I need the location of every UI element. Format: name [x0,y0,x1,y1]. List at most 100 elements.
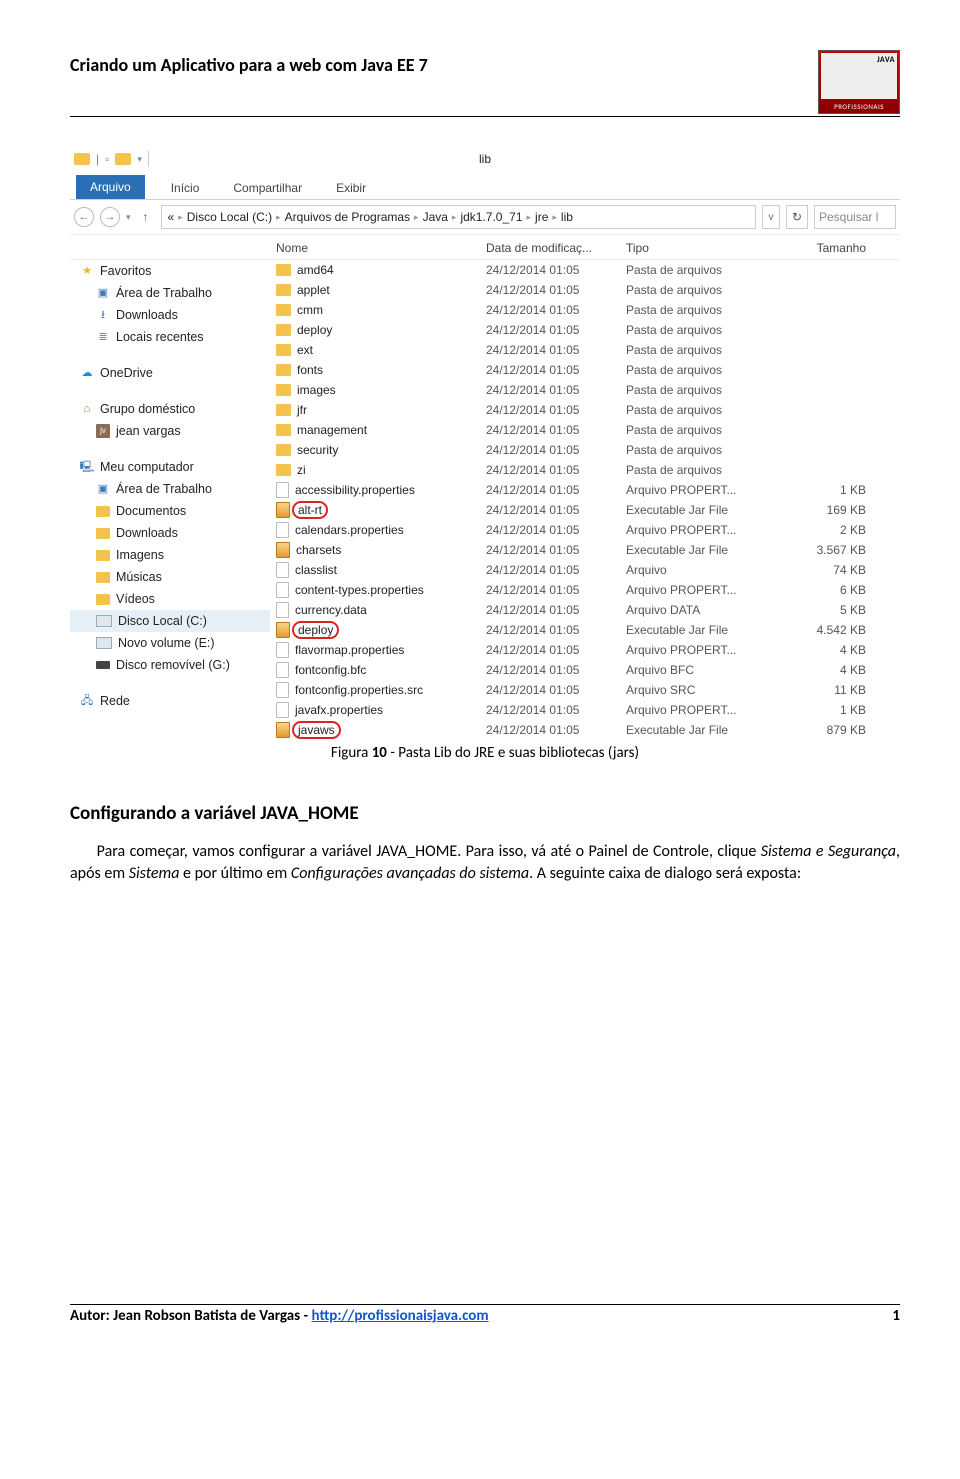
file-row[interactable]: classlist24/12/2014 01:05Arquivo74 KB [270,560,900,580]
file-row[interactable]: images24/12/2014 01:05Pasta de arquivos [270,380,900,400]
history-dd-icon[interactable]: ▾ [126,212,131,223]
file-name: cmm [297,303,323,317]
sidebar-item-label: jean vargas [116,420,181,442]
sidebar-item-music[interactable]: Músicas [70,566,270,588]
file-icon [276,582,289,598]
breadcrumb-seg[interactable]: jdk1.7.0_71 [460,210,522,224]
sidebar-item-desktop[interactable]: ▣Área de Trabalho [70,282,270,304]
up-button[interactable]: ↑ [137,208,155,226]
search-input[interactable]: Pesquisar l [814,205,896,229]
file-row[interactable]: accessibility.properties24/12/2014 01:05… [270,480,900,500]
col-date[interactable]: Data de modificaç... [486,241,626,255]
file-name: images [297,383,336,397]
sidebar-item-removable-g[interactable]: Disco removível (G:) [70,654,270,676]
file-row[interactable]: charsets24/12/2014 01:05Executable Jar F… [270,540,900,560]
sidebar-item-documents[interactable]: Documentos [70,500,270,522]
file-date: 24/12/2014 01:05 [486,623,626,637]
refresh-button[interactable]: ↻ [786,205,808,229]
sidebar-item-videos[interactable]: Vídeos [70,588,270,610]
breadcrumb-seg[interactable]: Arquivos de Programas [285,210,410,224]
tab-view[interactable]: Exibir [328,177,374,199]
download-icon: ⭳ [96,308,110,322]
file-row[interactable]: alt-rt24/12/2014 01:05Executable Jar Fil… [270,500,900,520]
breadcrumb-seg[interactable]: lib [561,210,573,224]
sidebar-item-user[interactable]: jvjean vargas [70,420,270,442]
file-row[interactable]: jfr24/12/2014 01:05Pasta de arquivos [270,400,900,420]
file-row[interactable]: fonts24/12/2014 01:05Pasta de arquivos [270,360,900,380]
sidebar-item-disk-c[interactable]: Disco Local (C:) [70,610,270,632]
sidebar-network[interactable]: 🖧Rede [70,690,270,712]
file-row[interactable]: javafx.properties24/12/2014 01:05Arquivo… [270,700,900,720]
file-row[interactable]: calendars.properties24/12/2014 01:05Arqu… [270,520,900,540]
file-row[interactable]: fontconfig.properties.src24/12/2014 01:0… [270,680,900,700]
file-name: security [297,443,338,457]
file-size: 4.542 KB [786,623,876,637]
doc-title: Criando um Aplicativo para a web com Jav… [70,54,428,76]
sidebar-item-images[interactable]: Imagens [70,544,270,566]
sidebar-item-downloads[interactable]: ⭳ Downloads [70,304,270,326]
file-row[interactable]: deploy24/12/2014 01:05Pasta de arquivos [270,320,900,340]
file-type: Pasta de arquivos [626,463,786,477]
addr-dd[interactable]: v [762,205,780,229]
breadcrumb-seg[interactable]: Disco Local (C:) [187,210,272,224]
col-name[interactable]: Nome [270,241,486,255]
sidebar-item-recent[interactable]: ≣Locais recentes [70,326,270,348]
jar-icon [276,542,290,558]
breadcrumb-seg[interactable]: « [168,210,175,224]
jar-icon [276,502,290,518]
file-date: 24/12/2014 01:05 [486,663,626,677]
file-date: 24/12/2014 01:05 [486,463,626,477]
sidebar-favorites[interactable]: ★Favoritos [70,260,270,282]
file-row[interactable]: javaws24/12/2014 01:05Executable Jar Fil… [270,720,900,740]
file-row[interactable]: content-types.properties24/12/2014 01:05… [270,580,900,600]
tab-home[interactable]: Início [163,177,208,199]
file-row[interactable]: fontconfig.bfc24/12/2014 01:05Arquivo BF… [270,660,900,680]
file-row[interactable]: cmm24/12/2014 01:05Pasta de arquivos [270,300,900,320]
file-name: classlist [295,563,337,577]
sidebar-sky-label: OneDrive [100,362,153,384]
file-name: content-types.properties [295,583,424,597]
file-date: 24/12/2014 01:05 [486,703,626,717]
tab-share[interactable]: Compartilhar [225,177,310,199]
sidebar-item-disk-e[interactable]: Novo volume (E:) [70,632,270,654]
file-row[interactable]: applet24/12/2014 01:05Pasta de arquivos [270,280,900,300]
breadcrumb-seg[interactable]: Java [423,210,448,224]
folder-icon [115,153,131,165]
back-button[interactable]: ← [74,207,94,227]
footer-author-text: Autor: Jean Robson Batista de Vargas - [70,1307,312,1325]
file-row[interactable]: amd6424/12/2014 01:05Pasta de arquivos [270,260,900,280]
file-type: Pasta de arquivos [626,383,786,397]
sidebar-item-desktop[interactable]: ▣Área de Trabalho [70,478,270,500]
file-row[interactable]: currency.data24/12/2014 01:05Arquivo DAT… [270,600,900,620]
sidebar-onedrive[interactable]: ☁ OneDrive [70,362,270,384]
file-row[interactable]: zi24/12/2014 01:05Pasta de arquivos [270,460,900,480]
footer-page-number: 1 [892,1307,900,1325]
file-date: 24/12/2014 01:05 [486,303,626,317]
file-name: flavormap.properties [295,643,404,657]
file-row[interactable]: flavormap.properties24/12/2014 01:05Arqu… [270,640,900,660]
footer-link[interactable]: http://profissionaisjava.com [312,1307,489,1325]
col-type[interactable]: Tipo [626,241,786,255]
column-headers: Nome Data de modificaç... Tipo Tamanho [70,235,900,260]
chevron-right-icon: ▸ [414,212,419,223]
file-row[interactable]: management24/12/2014 01:05Pasta de arqui… [270,420,900,440]
file-date: 24/12/2014 01:05 [486,323,626,337]
breadcrumb-seg[interactable]: jre [535,210,548,224]
file-name: fontconfig.bfc [295,663,366,677]
file-row[interactable]: deploy24/12/2014 01:05Executable Jar Fil… [270,620,900,640]
tab-file[interactable]: Arquivo [76,175,145,199]
folder-icon [96,572,110,583]
footer-author: Autor: Jean Robson Batista de Vargas - h… [70,1307,489,1325]
sidebar-item-label: Downloads [116,304,178,326]
col-size[interactable]: Tamanho [786,241,876,255]
address-bar[interactable]: «▸Disco Local (C:)▸Arquivos de Programas… [161,205,756,229]
sidebar-pc[interactable]: 🖳Meu computador [70,456,270,478]
forward-button[interactable]: → [100,207,120,227]
sidebar-item-downloads[interactable]: Downloads [70,522,270,544]
file-row[interactable]: ext24/12/2014 01:05Pasta de arquivos [270,340,900,360]
file-type: Pasta de arquivos [626,263,786,277]
chevron-right-icon: ▸ [178,212,183,223]
sidebar-homegroup[interactable]: ⌂Grupo doméstico [70,398,270,420]
cloud-icon: ☁ [80,366,94,380]
file-row[interactable]: security24/12/2014 01:05Pasta de arquivo… [270,440,900,460]
